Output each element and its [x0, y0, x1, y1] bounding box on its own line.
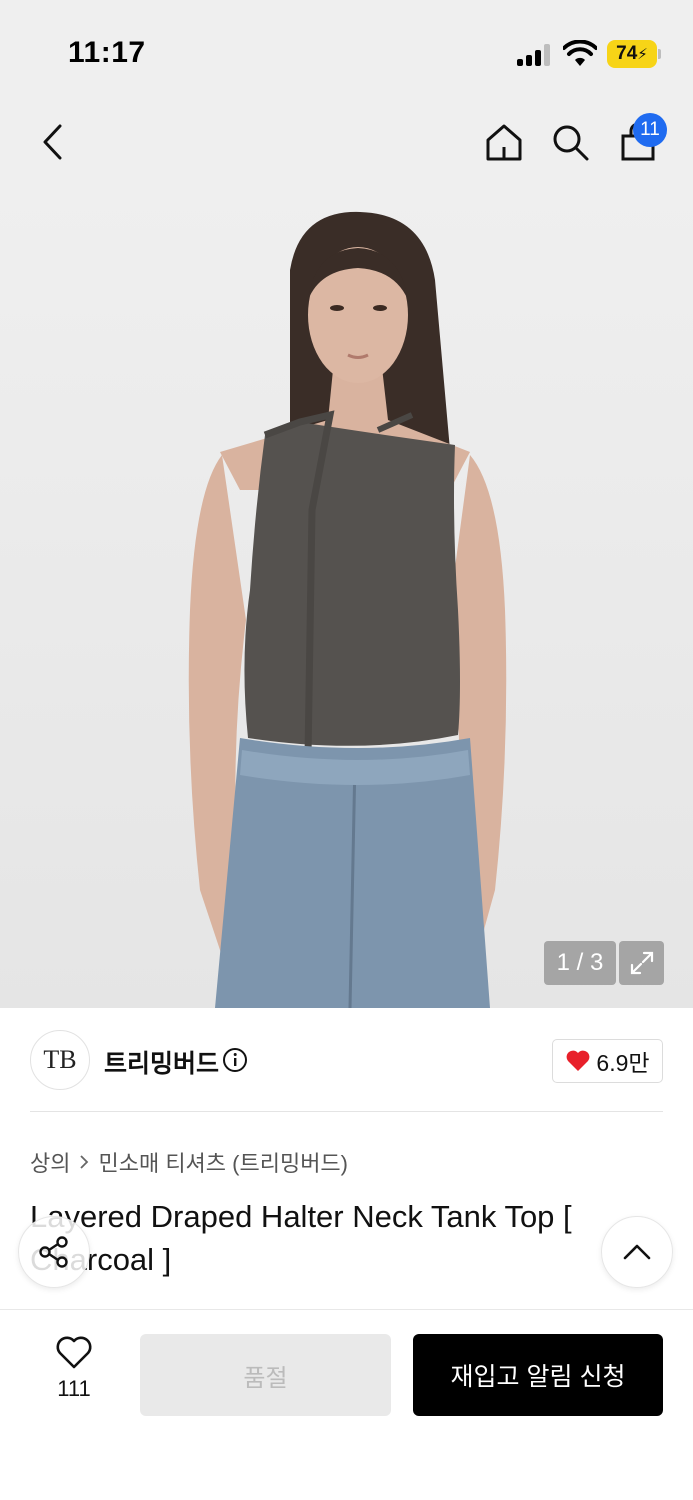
chevron-left-icon [43, 124, 62, 160]
search-button[interactable] [546, 118, 594, 166]
model-photo [188, 211, 507, 1008]
back-button[interactable] [28, 118, 76, 166]
home-icon [486, 124, 522, 161]
product-image[interactable] [0, 190, 693, 1008]
chevron-up-icon [623, 1244, 651, 1260]
breadcrumb-subcategory[interactable]: 민소매 티셔츠 (트리밍버드) [98, 1146, 348, 1178]
heart-outline-icon [56, 1336, 92, 1369]
share-icon [39, 1236, 68, 1268]
scroll-top-button[interactable] [601, 1216, 673, 1288]
divider [30, 1111, 663, 1112]
top-nav-bar [0, 100, 693, 190]
signal-icon [517, 44, 553, 66]
breadcrumb: 상의 민소매 티셔츠 (트리밍버드) [30, 1146, 348, 1178]
bottom-action-bar: 111 품절 재입고 알림 신청 [0, 1309, 693, 1500]
battery-level: 74 [616, 43, 638, 64]
battery-nub [658, 49, 661, 59]
heart-filled-icon [567, 1050, 590, 1071]
status-bar: 11:17 74⚡ [0, 0, 693, 100]
wishlist-button[interactable]: 111 [38, 1336, 110, 1416]
battery-indicator: 74⚡ [607, 40, 657, 68]
soldout-button[interactable]: 품절 [140, 1334, 391, 1416]
product-title: Layered Draped Halter Neck Tank Top [ Ch… [30, 1199, 572, 1277]
brand-like-count: 6.9만 [596, 1050, 650, 1076]
breadcrumb-category[interactable]: 상의 [30, 1146, 70, 1178]
share-button[interactable] [18, 1216, 90, 1288]
brand-name[interactable]: 트리밍버드 [104, 1044, 219, 1080]
brand-logo[interactable]: TB [30, 1030, 90, 1090]
image-counter: 1 / 3 [544, 941, 616, 985]
restock-alert-button[interactable]: 재입고 알림 신청 [413, 1334, 663, 1416]
brand-row[interactable]: TB 트리밍버드 6.9만 [30, 1030, 663, 1092]
search-icon [553, 125, 589, 161]
expand-icon [630, 951, 653, 975]
status-time: 11:17 [68, 36, 146, 69]
chevron-right-icon [80, 1155, 89, 1169]
wishlist-count: 111 [57, 1376, 91, 1401]
wifi-icon [563, 40, 597, 66]
home-button[interactable] [480, 118, 528, 166]
info-icon[interactable] [222, 1047, 248, 1073]
brand-like-button[interactable]: 6.9만 [552, 1039, 663, 1083]
expand-image-button[interactable] [619, 941, 664, 985]
cart-count-badge: 11 [633, 113, 667, 147]
